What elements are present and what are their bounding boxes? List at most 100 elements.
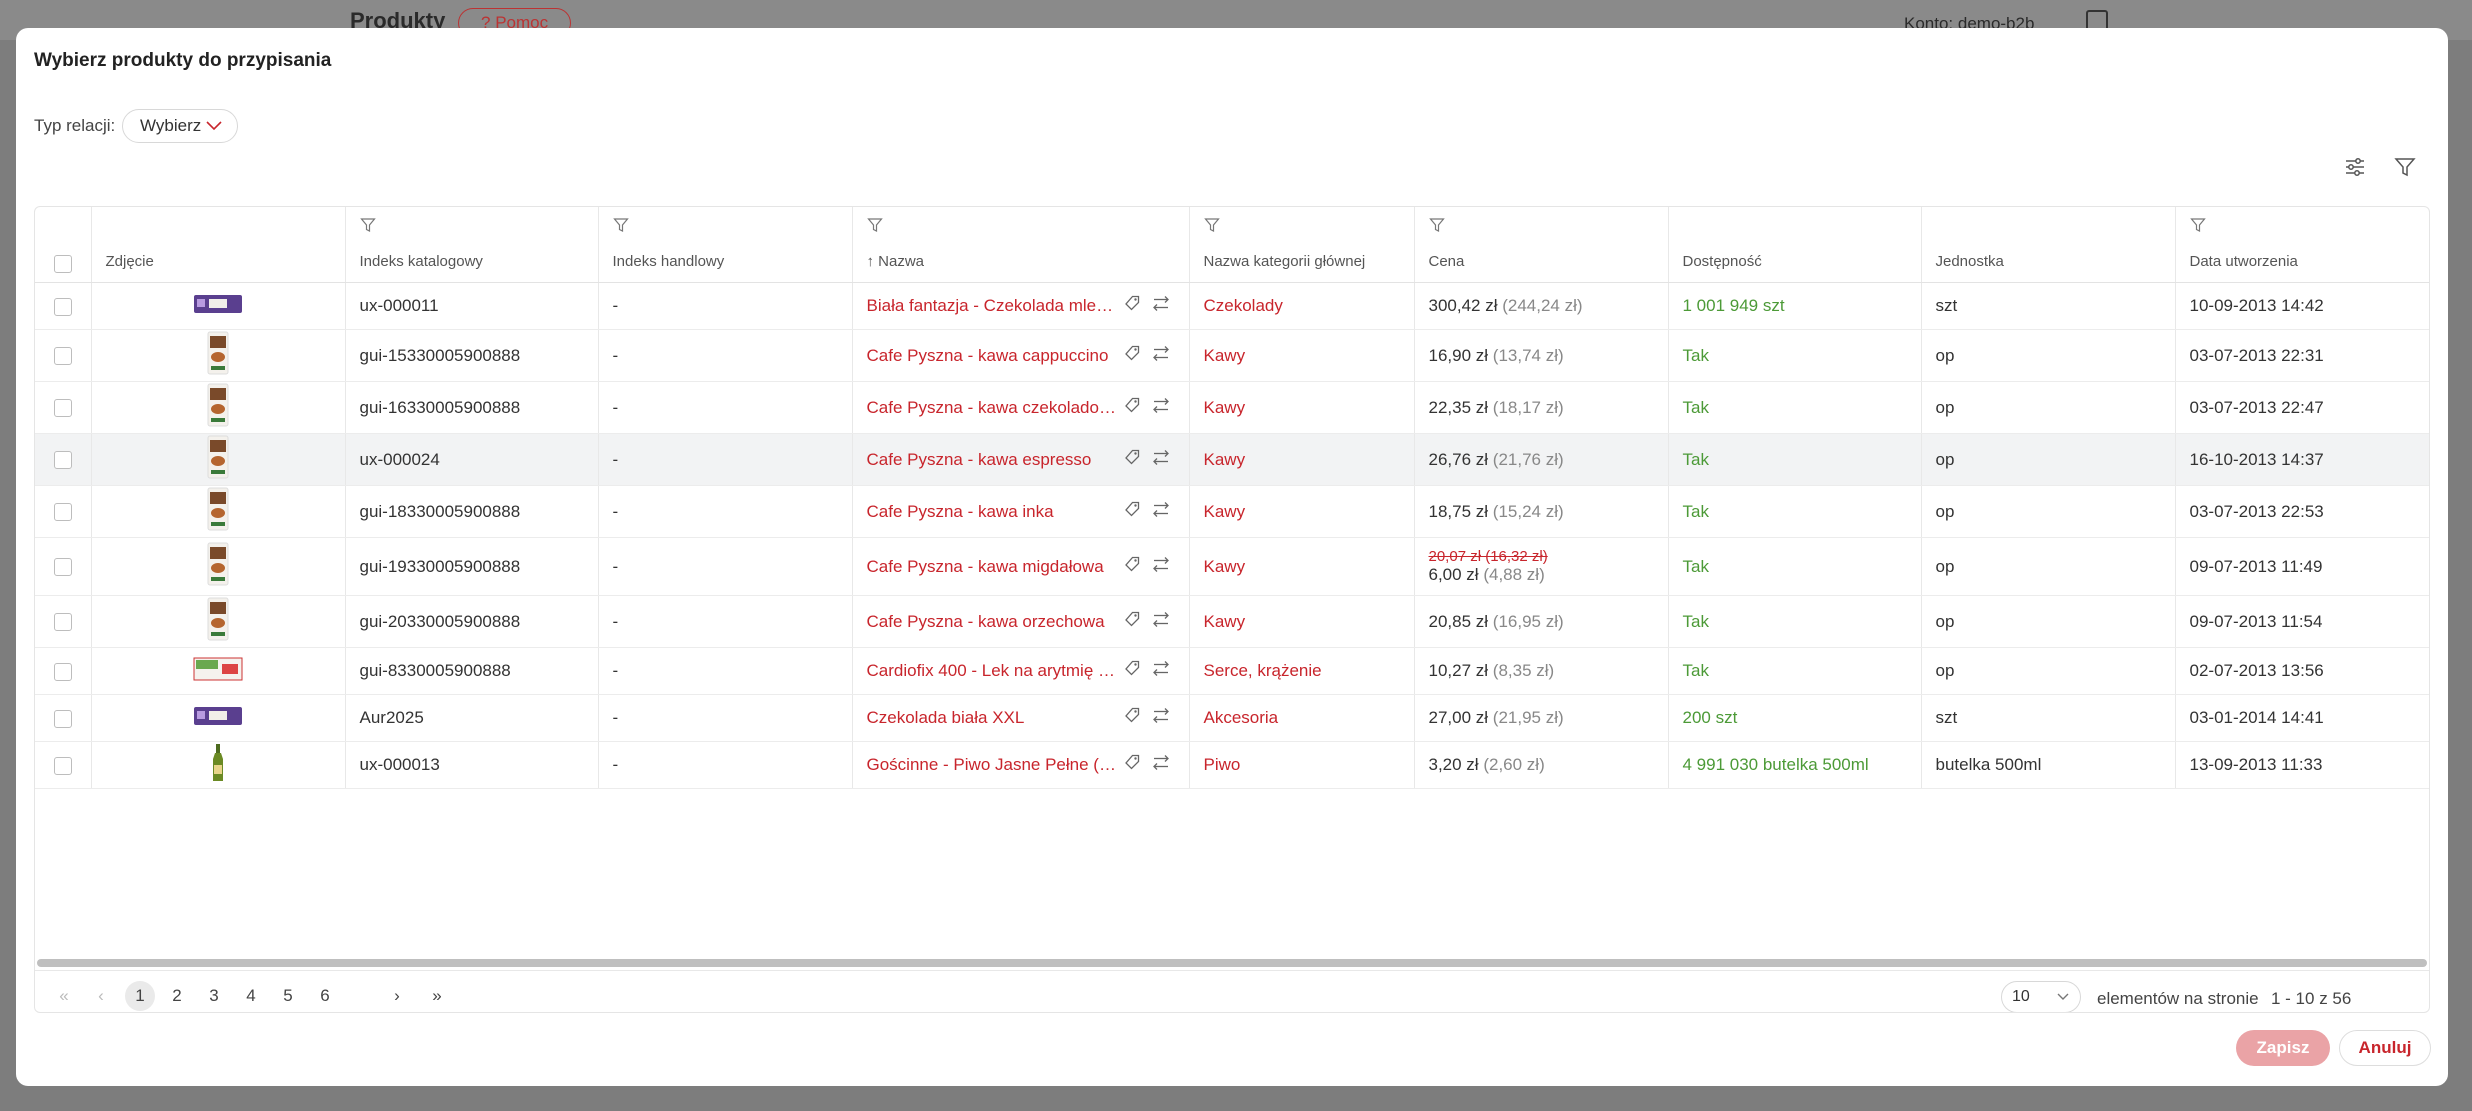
table-row[interactable]: ux-000013 - Gościnne - Piwo Jasne Pełne … bbox=[35, 741, 2429, 789]
row-select[interactable] bbox=[35, 741, 92, 789]
page-6-button[interactable]: 6 bbox=[310, 981, 340, 1011]
row-checkbox[interactable] bbox=[53, 558, 72, 577]
page-4-button[interactable]: 4 bbox=[236, 981, 266, 1011]
horizontal-scrollbar[interactable] bbox=[37, 959, 2427, 967]
page-5-button[interactable]: 5 bbox=[273, 981, 303, 1011]
row-checkbox[interactable] bbox=[53, 297, 72, 316]
table-row[interactable]: gui-20330005900888 - Cafe Pyszna - kawa … bbox=[35, 595, 2429, 648]
column-filter-icon[interactable] bbox=[866, 217, 883, 238]
header-name[interactable]: ↑ Nazwa bbox=[852, 207, 1190, 283]
row-checkbox[interactable] bbox=[53, 399, 72, 418]
relations-icon[interactable] bbox=[1151, 754, 1171, 777]
product-name-link[interactable]: Biała fantazja - Czekolada mleczna z bak… bbox=[867, 296, 1121, 316]
tag-icon[interactable] bbox=[1123, 448, 1141, 471]
row-select[interactable] bbox=[35, 329, 92, 382]
column-filter-icon[interactable] bbox=[1203, 217, 1220, 238]
save-button[interactable]: Zapisz bbox=[2236, 1030, 2330, 1066]
column-filter-icon[interactable] bbox=[359, 217, 376, 238]
column-settings-icon[interactable] bbox=[2342, 154, 2368, 180]
category-link[interactable]: Kawy bbox=[1189, 595, 1415, 648]
column-filter-icon[interactable] bbox=[2189, 217, 2206, 238]
relations-icon[interactable] bbox=[1151, 660, 1171, 683]
header-price[interactable]: Cena bbox=[1414, 207, 1669, 283]
table-row[interactable]: Aur2025 - Czekolada biała XXL Akcesoria … bbox=[35, 694, 2429, 742]
product-name-link[interactable]: Gościnne - Piwo Jasne Pełne (butelka) bbox=[867, 755, 1121, 775]
relations-icon[interactable] bbox=[1151, 396, 1171, 419]
row-select[interactable] bbox=[35, 595, 92, 648]
table-row[interactable]: gui-19330005900888 - Cafe Pyszna - kawa … bbox=[35, 537, 2429, 596]
filter-icon[interactable] bbox=[2392, 154, 2418, 180]
row-select[interactable] bbox=[35, 537, 92, 596]
relations-icon[interactable] bbox=[1151, 610, 1171, 633]
relations-icon[interactable] bbox=[1151, 344, 1171, 367]
tag-icon[interactable] bbox=[1123, 610, 1141, 633]
category-link[interactable]: Serce, krążenie bbox=[1189, 647, 1415, 695]
row-select[interactable] bbox=[35, 647, 92, 695]
category-link[interactable]: Akcesoria bbox=[1189, 694, 1415, 742]
category-link[interactable]: Kawy bbox=[1189, 485, 1415, 538]
product-name-link[interactable]: Cardiofix 400 - Lek na arytmię serca bbox=[867, 661, 1121, 681]
header-availability[interactable]: Dostępność bbox=[1668, 207, 1922, 283]
row-checkbox[interactable] bbox=[53, 756, 72, 775]
product-name-link[interactable]: Cafe Pyszna - kawa migdałowa bbox=[867, 557, 1121, 577]
tag-icon[interactable] bbox=[1123, 707, 1141, 730]
relations-icon[interactable] bbox=[1151, 295, 1171, 318]
category-link[interactable]: Kawy bbox=[1189, 433, 1415, 486]
product-name-link[interactable]: Cafe Pyszna - kawa czekoladowa bbox=[867, 398, 1121, 418]
row-select[interactable] bbox=[35, 433, 92, 486]
page-3-button[interactable]: 3 bbox=[199, 981, 229, 1011]
cancel-button[interactable]: Anuluj bbox=[2339, 1030, 2431, 1066]
relations-icon[interactable] bbox=[1151, 500, 1171, 523]
row-checkbox[interactable] bbox=[53, 451, 72, 470]
product-name-link[interactable]: Cafe Pyszna - kawa orzechowa bbox=[867, 612, 1121, 632]
tag-icon[interactable] bbox=[1123, 396, 1141, 419]
row-select[interactable] bbox=[35, 485, 92, 538]
table-row[interactable]: ux-000024 - Cafe Pyszna - kawa espresso … bbox=[35, 433, 2429, 486]
row-select[interactable] bbox=[35, 282, 92, 330]
header-created[interactable]: Data utworzenia bbox=[2175, 207, 2429, 283]
row-checkbox[interactable] bbox=[53, 347, 72, 366]
per-page-select[interactable]: 10 bbox=[2001, 981, 2081, 1012]
header-catalog-index[interactable]: Indeks katalogowy bbox=[345, 207, 599, 283]
row-checkbox[interactable] bbox=[53, 662, 72, 681]
column-filter-icon[interactable] bbox=[1428, 217, 1445, 238]
tag-icon[interactable] bbox=[1123, 344, 1141, 367]
header-category[interactable]: Nazwa kategorii głównej bbox=[1189, 207, 1415, 283]
row-checkbox[interactable] bbox=[53, 503, 72, 522]
category-link[interactable]: Kawy bbox=[1189, 381, 1415, 434]
table-row[interactable]: gui-15330005900888 - Cafe Pyszna - kawa … bbox=[35, 329, 2429, 382]
table-row[interactable]: ux-000011 - Biała fantazja - Czekolada m… bbox=[35, 282, 2429, 330]
row-select[interactable] bbox=[35, 381, 92, 434]
next-page-icon[interactable]: › bbox=[382, 981, 412, 1011]
product-name-link[interactable]: Cafe Pyszna - kawa cappuccino bbox=[867, 346, 1121, 366]
tag-icon[interactable] bbox=[1123, 500, 1141, 523]
prev-page-icon[interactable]: ‹ bbox=[86, 981, 116, 1011]
column-filter-icon[interactable] bbox=[612, 217, 629, 238]
tag-icon[interactable] bbox=[1123, 295, 1141, 318]
page-2-button[interactable]: 2 bbox=[162, 981, 192, 1011]
select-all-checkbox[interactable] bbox=[54, 255, 72, 273]
table-row[interactable]: gui-8330005900888 - Cardiofix 400 - Lek … bbox=[35, 647, 2429, 695]
row-checkbox[interactable] bbox=[53, 613, 72, 632]
tag-icon[interactable] bbox=[1123, 754, 1141, 777]
category-link[interactable]: Kawy bbox=[1189, 537, 1415, 596]
header-trade-index[interactable]: Indeks handlowy bbox=[598, 207, 853, 283]
first-page-icon[interactable]: « bbox=[49, 981, 79, 1011]
category-link[interactable]: Piwo bbox=[1189, 741, 1415, 789]
table-row[interactable]: gui-18330005900888 - Cafe Pyszna - kawa … bbox=[35, 485, 2429, 538]
relations-icon[interactable] bbox=[1151, 448, 1171, 471]
row-select[interactable] bbox=[35, 694, 92, 742]
category-link[interactable]: Kawy bbox=[1189, 329, 1415, 382]
page-1-button[interactable]: 1 bbox=[125, 981, 155, 1011]
table-row[interactable]: gui-16330005900888 - Cafe Pyszna - kawa … bbox=[35, 381, 2429, 434]
tag-icon[interactable] bbox=[1123, 555, 1141, 578]
category-link[interactable]: Czekolady bbox=[1189, 282, 1415, 330]
row-checkbox[interactable] bbox=[53, 709, 72, 728]
relations-icon[interactable] bbox=[1151, 555, 1171, 578]
header-unit[interactable]: Jednostka bbox=[1921, 207, 2176, 283]
relations-icon[interactable] bbox=[1151, 707, 1171, 730]
relation-type-select[interactable]: Wybierz bbox=[122, 109, 238, 143]
last-page-icon[interactable]: » bbox=[422, 981, 452, 1011]
tag-icon[interactable] bbox=[1123, 660, 1141, 683]
header-select-all[interactable] bbox=[35, 207, 92, 283]
